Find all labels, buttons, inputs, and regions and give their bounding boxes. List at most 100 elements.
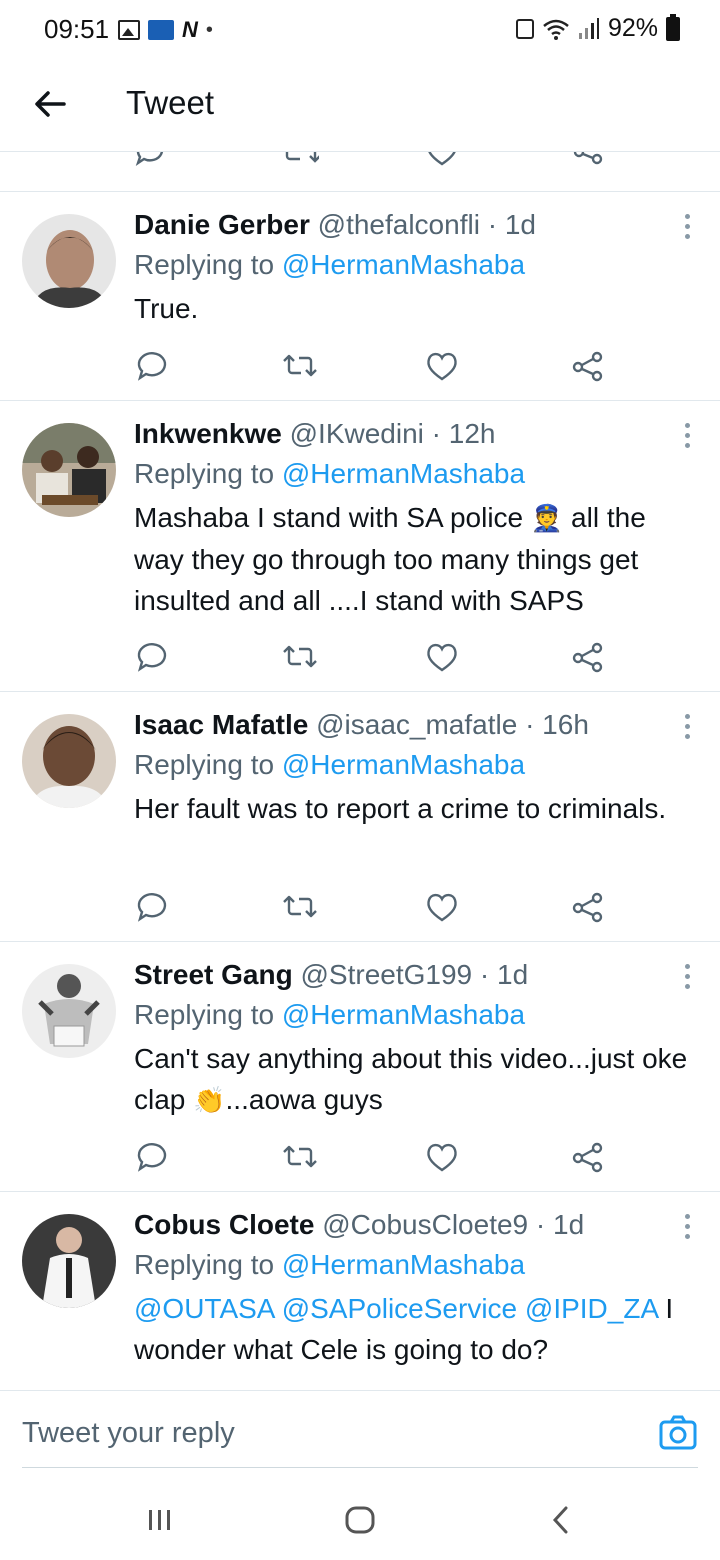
wifi-icon (543, 19, 569, 40)
tweet-body: Street Gang @StreetG199 · 1d Replying to… (134, 956, 700, 1121)
timestamp: · 1d (479, 959, 529, 990)
mention-link[interactable]: @HermanMashaba (282, 458, 525, 489)
retweet-icon[interactable] (283, 152, 319, 170)
replying-to-label: Replying to (134, 999, 275, 1030)
tweet-reply[interactable]: Inkwenkwe @IKwedini · 12h Replying to @H… (0, 401, 720, 692)
back-arrow-icon[interactable] (30, 84, 70, 124)
retweet-icon[interactable] (282, 1139, 318, 1175)
reply-icon[interactable] (134, 639, 170, 675)
top-app-bar: Tweet (0, 58, 720, 152)
tweet-text: Can't say anything about this video...ju… (134, 1038, 700, 1121)
previous-tweet-actions (0, 152, 720, 192)
timestamp: · 12h (431, 418, 496, 449)
tweet-body: Cobus Cloete @CobusCloete9 · 1d Replying… (134, 1206, 700, 1370)
mention-links[interactable]: @OUTASA @SAPoliceService @IPID_ZA (134, 1293, 658, 1324)
replying-to-label: Replying to (134, 249, 275, 280)
battery-saver-icon (515, 18, 534, 39)
tweet-header: Isaac Mafatle @isaac_mafatle · 16h (134, 706, 700, 744)
reply-icon[interactable] (134, 889, 170, 925)
signal-icon (578, 17, 599, 39)
recent-apps-icon[interactable] (144, 1504, 176, 1536)
clapping-hands-emoji: 👏 (193, 1085, 226, 1115)
reply-underline (22, 1467, 698, 1468)
display-name[interactable]: Inkwenkwe (134, 418, 282, 449)
tweet-reply[interactable]: Street Gang @StreetG199 · 1d Replying to… (0, 942, 720, 1192)
more-options-icon[interactable] (682, 714, 692, 744)
reply-input[interactable]: Tweet your reply (22, 1417, 235, 1450)
mention-link[interactable]: @HermanMashaba (282, 249, 525, 280)
share-icon[interactable] (570, 152, 606, 170)
replying-to: Replying to @HermanMashaba (134, 994, 700, 1036)
more-options-icon[interactable] (682, 964, 692, 994)
tweet-reply[interactable]: Danie Gerber @thefalconfli · 1d Replying… (0, 192, 720, 401)
like-icon[interactable] (424, 1139, 460, 1175)
tweet-actions (134, 348, 614, 388)
tweet-header: Danie Gerber @thefalconfli · 1d (134, 206, 700, 244)
avatar[interactable] (22, 214, 116, 308)
tweet-header: Street Gang @StreetG199 · 1d (134, 956, 700, 994)
avatar[interactable] (22, 1214, 116, 1308)
more-options-icon[interactable] (682, 423, 692, 453)
back-icon[interactable] (546, 1504, 578, 1536)
tweet-reply[interactable]: Isaac Mafatle @isaac_mafatle · 16h Reply… (0, 692, 720, 942)
retweet-icon[interactable] (282, 348, 318, 384)
reply-icon[interactable] (134, 1139, 170, 1175)
battery-icon (666, 13, 680, 41)
more-options-icon[interactable] (682, 214, 692, 244)
display-name[interactable]: Isaac Mafatle (134, 709, 308, 740)
more-options-icon[interactable] (682, 1214, 692, 1244)
news-app-icon (148, 20, 174, 40)
notification-icons: N • (118, 17, 213, 43)
reply-icon[interactable] (134, 348, 170, 384)
share-icon[interactable] (570, 889, 606, 925)
tweet-actions (134, 1139, 614, 1179)
tweet-text: True. (134, 293, 199, 324)
avatar[interactable] (22, 714, 116, 808)
tweet-text: Mashaba I stand with SA police 👮 all the… (134, 497, 700, 621)
replying-to: Replying to @HermanMashaba (134, 453, 700, 495)
handle[interactable]: @thefalconfli (318, 209, 480, 240)
replies-feed: Danie Gerber @thefalconfli · 1d Replying… (0, 192, 720, 1390)
tweet-text-part: Mashaba I stand with SA police (134, 502, 524, 533)
page-title: Tweet (126, 84, 215, 121)
like-icon[interactable] (424, 152, 460, 170)
tweet-actions (134, 889, 614, 929)
mention-link[interactable]: @HermanMashaba (282, 1249, 525, 1280)
like-icon[interactable] (424, 348, 460, 384)
display-name[interactable]: Street Gang (134, 959, 293, 990)
avatar[interactable] (22, 964, 116, 1058)
police-officer-emoji: 👮 (530, 503, 564, 533)
retweet-icon[interactable] (282, 639, 318, 675)
replying-to-label: Replying to (134, 749, 275, 780)
more-notifications-icon: • (205, 18, 213, 41)
tweet-text: Her fault was to report a crime to crimi… (134, 793, 667, 824)
handle[interactable]: @CobusCloete9 (322, 1209, 528, 1240)
mention-link[interactable]: @HermanMashaba (282, 999, 525, 1030)
share-icon[interactable] (570, 1139, 606, 1175)
camera-icon[interactable] (658, 1413, 698, 1453)
display-name[interactable]: Danie Gerber (134, 209, 310, 240)
tweet-text: @OUTASA @SAPoliceService @IPID_ZA I wond… (134, 1288, 700, 1370)
share-icon[interactable] (570, 348, 606, 384)
share-icon[interactable] (570, 639, 606, 675)
tweet-actions (134, 639, 614, 679)
handle[interactable]: @StreetG199 (300, 959, 472, 990)
avatar[interactable] (22, 423, 116, 517)
replying-to-label: Replying to (134, 1249, 275, 1280)
handle[interactable]: @IKwedini (290, 418, 424, 449)
status-time: 09:51 (44, 14, 110, 44)
home-icon[interactable] (344, 1504, 376, 1536)
mention-link[interactable]: @HermanMashaba (282, 749, 525, 780)
battery-percent: 92% (607, 14, 658, 42)
system-navigation-bar (0, 1480, 720, 1560)
retweet-icon[interactable] (282, 889, 318, 925)
handle[interactable]: @isaac_mafatle (316, 709, 517, 740)
display-name[interactable]: Cobus Cloete (134, 1209, 314, 1240)
tweet-reply[interactable]: Cobus Cloete @CobusCloete9 · 1d Replying… (0, 1192, 720, 1390)
like-icon[interactable] (424, 639, 460, 675)
like-icon[interactable] (424, 889, 460, 925)
replying-to: Replying to @HermanMashaba (134, 1244, 700, 1286)
replying-to: Replying to @HermanMashaba (134, 744, 700, 786)
reply-icon[interactable] (132, 152, 168, 170)
replying-to-label: Replying to (134, 458, 275, 489)
